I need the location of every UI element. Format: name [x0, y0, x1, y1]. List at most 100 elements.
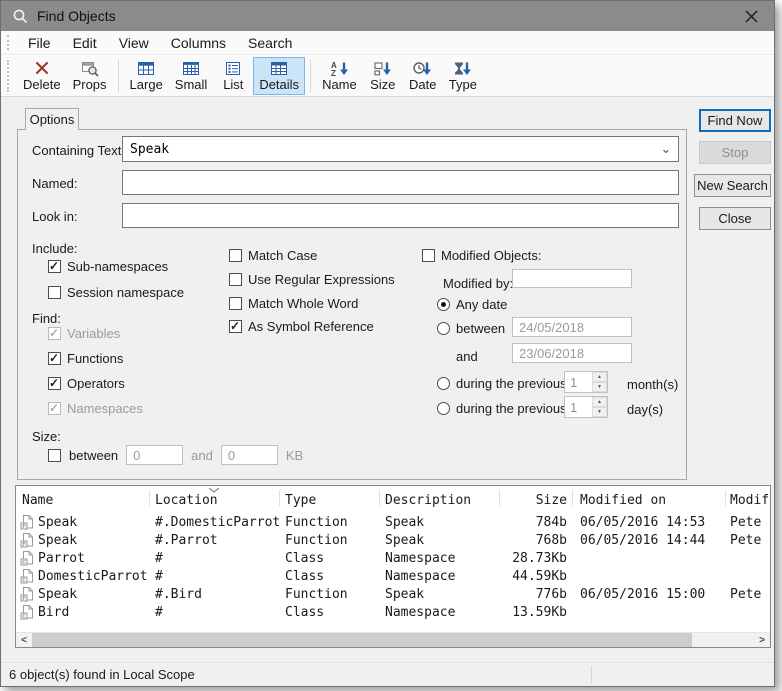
small-icons-button[interactable]: Small — [169, 57, 214, 95]
containing-text-input[interactable] — [123, 142, 654, 157]
large-icons-icon — [136, 60, 156, 77]
table-row[interactable]: C DomesticParrot # Class Namespace 44.59… — [16, 567, 770, 585]
menu-file[interactable]: File — [17, 35, 62, 51]
column-header-description[interactable]: Description — [385, 493, 497, 508]
named-input[interactable] — [122, 170, 679, 195]
horizontal-scrollbar[interactable]: < > — [16, 632, 770, 647]
toolbar-gripper[interactable] — [7, 60, 9, 92]
and-label: and — [456, 349, 478, 364]
sort-name-icon: A Z — [329, 60, 350, 77]
details-view-button[interactable]: Details — [253, 57, 305, 95]
close-window-button[interactable] — [728, 1, 774, 31]
modified-objects-checkbox[interactable]: Modified Objects: — [422, 248, 541, 263]
size-to-field[interactable]: 0 — [221, 445, 278, 465]
svg-text:F: F — [22, 596, 25, 602]
new-search-button[interactable]: New Search — [694, 174, 771, 197]
modified-by-field[interactable] — [512, 269, 632, 288]
class-object-icon: C — [20, 604, 35, 620]
column-header-type[interactable]: Type — [285, 493, 377, 508]
size-between-checkbox[interactable] — [48, 449, 61, 462]
chevron-down-icon[interactable]: ⌄ — [654, 144, 678, 154]
spinner-down-icon[interactable]: ▼ — [592, 382, 607, 392]
delete-button[interactable]: Delete — [17, 57, 67, 95]
look-in-input[interactable] — [122, 203, 679, 228]
list-view-button[interactable]: List — [213, 57, 253, 95]
previous-months-radio[interactable]: during the previous — [437, 376, 567, 391]
sort-by-name-button[interactable]: A Z Name — [316, 57, 363, 95]
containing-text-combobox[interactable]: ⌄ — [122, 136, 679, 162]
scroll-left-icon[interactable]: < — [16, 633, 32, 647]
table-row[interactable]: C Bird # Class Namespace 13.59Kb — [16, 603, 770, 621]
properties-button[interactable]: Props — [67, 57, 113, 95]
table-row[interactable]: F Speak #.DomesticParrot Function Speak … — [16, 513, 770, 531]
sort-size-label: Size — [370, 77, 395, 92]
close-button[interactable]: Close — [699, 207, 771, 230]
previous-days-label: during the previous — [456, 401, 567, 416]
table-row[interactable]: F Speak #.Parrot Function Speak 768b 06/… — [16, 531, 770, 549]
menu-view[interactable]: View — [108, 35, 160, 51]
date-to-field[interactable]: 23/06/2018 — [512, 343, 632, 363]
menu-edit[interactable]: Edit — [62, 35, 108, 51]
previous-days-radio[interactable]: during the previous — [437, 401, 567, 416]
sort-type-label: Type — [449, 77, 477, 92]
months-spinner[interactable]: 1 ▲ ▼ — [564, 371, 608, 393]
statusbar-divider — [591, 666, 592, 683]
checkbox-icon — [229, 297, 242, 310]
statusbar: 6 object(s) found in Local Scope — [1, 662, 774, 686]
namespaces-label: Namespaces — [67, 401, 143, 416]
large-icons-button[interactable]: Large — [124, 57, 169, 95]
use-regex-checkbox[interactable]: Use Regular Expressions — [229, 272, 395, 287]
size-unit-label: KB — [286, 448, 303, 463]
properties-icon — [80, 60, 100, 77]
functions-checkbox[interactable]: Functions — [48, 351, 123, 366]
sub-namespaces-checkbox[interactable]: Sub-namespaces — [48, 259, 168, 274]
functions-label: Functions — [67, 351, 123, 366]
scroll-right-icon[interactable]: > — [754, 633, 770, 647]
spinner-up-icon[interactable]: ▲ — [592, 397, 607, 407]
days-spinner[interactable]: 1 ▲ ▼ — [564, 396, 608, 418]
spinner-up-icon[interactable]: ▲ — [592, 372, 607, 382]
match-case-checkbox[interactable]: Match Case — [229, 248, 317, 263]
find-now-button[interactable]: Find Now — [699, 109, 771, 132]
svg-text:Z: Z — [331, 69, 336, 77]
any-date-label: Any date — [456, 297, 507, 312]
checkbox-icon — [229, 273, 242, 286]
operators-checkbox[interactable]: Operators — [48, 376, 125, 391]
between-dates-radio[interactable]: between — [437, 321, 505, 336]
spinner-down-icon[interactable]: ▼ — [592, 407, 607, 417]
column-header-location[interactable]: Location — [155, 493, 281, 508]
list-view-icon — [223, 60, 243, 77]
stop-button[interactable]: Stop — [699, 141, 771, 164]
sort-by-type-button[interactable]: Type — [443, 57, 483, 95]
class-object-icon: C — [20, 550, 35, 566]
delete-icon — [32, 60, 52, 77]
table-row[interactable]: F Speak #.Bird Function Speak 776b 06/05… — [16, 585, 770, 603]
any-date-radio[interactable]: Any date — [437, 297, 507, 312]
details-label: Details — [259, 77, 299, 92]
sort-date-icon — [412, 60, 433, 77]
list-label: List — [223, 77, 243, 92]
toolbar-separator — [310, 60, 311, 92]
date-from-field[interactable]: 24/05/2018 — [512, 317, 632, 337]
session-namespace-checkbox[interactable]: Session namespace — [48, 285, 184, 300]
toolbar-separator — [118, 60, 119, 92]
tab-options[interactable]: Options — [25, 108, 79, 130]
small-icons-icon — [181, 60, 201, 77]
column-header-name[interactable]: Name — [22, 493, 146, 508]
modified-by-label: Modified by: — [443, 276, 513, 291]
scrollbar-thumb[interactable] — [32, 633, 692, 647]
sort-by-date-button[interactable]: Date — [403, 57, 443, 95]
menubar-gripper[interactable] — [7, 35, 9, 50]
table-row[interactable]: C Parrot # Class Namespace 28.73Kb — [16, 549, 770, 567]
size-from-field[interactable]: 0 — [126, 445, 183, 465]
menu-search[interactable]: Search — [237, 35, 303, 51]
match-whole-word-checkbox[interactable]: Match Whole Word — [229, 296, 358, 311]
menu-columns[interactable]: Columns — [160, 35, 237, 51]
checkbox-icon — [48, 327, 61, 340]
sort-by-size-button[interactable]: Size — [363, 57, 403, 95]
column-header-modified-by[interactable]: Modified by — [730, 493, 771, 508]
column-header-size[interactable]: Size — [493, 493, 567, 508]
dialog-client-area: Options Containing Text: ⌄ Named: Look i… — [1, 98, 774, 662]
as-symbol-reference-checkbox[interactable]: As Symbol Reference — [229, 319, 374, 334]
column-header-modified-on[interactable]: Modified on — [580, 493, 722, 508]
